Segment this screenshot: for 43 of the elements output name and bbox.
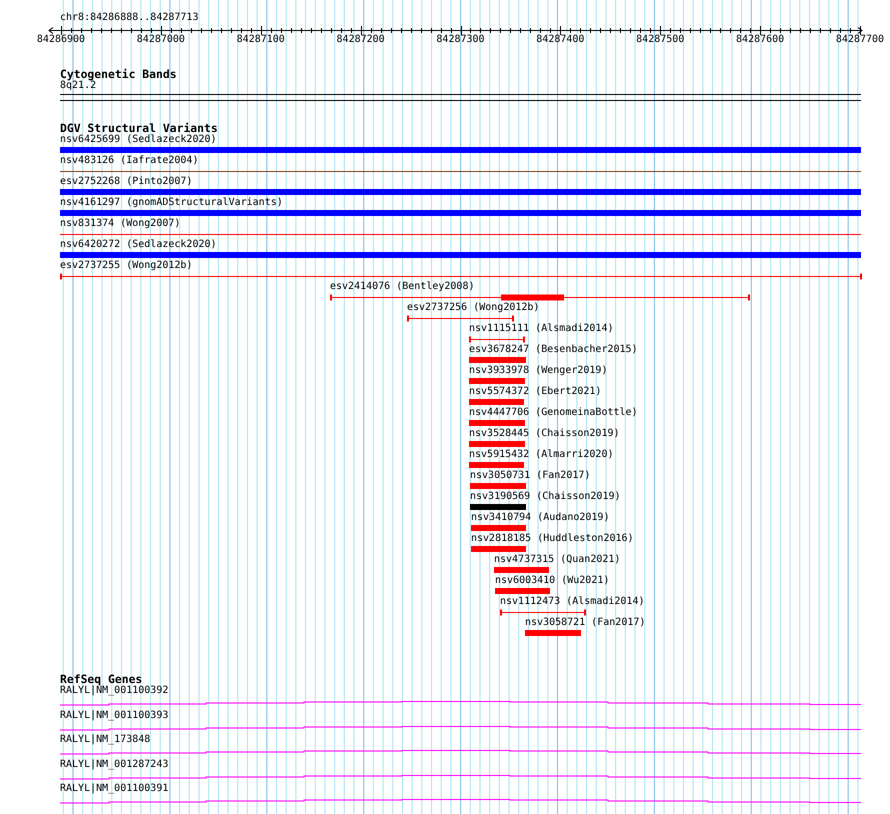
feature-label: nsv5915432 (Almarri2020): [469, 449, 614, 461]
track-title: DGV Structural Variants: [59, 122, 219, 134]
feature-label: esv2737256 (Wong2012b): [407, 302, 540, 314]
feature-label: nsv3050731 (Fan2017): [470, 470, 590, 482]
feature-label: esv2737255 (Wong2012b): [60, 260, 192, 272]
feature-label: nsv1115111 (Alsmadi2014): [469, 323, 614, 335]
feature-label: nsv483126 (Iafrate2004): [60, 155, 198, 167]
feature-label: nsv3528445 (Chaisson2019): [469, 428, 620, 440]
feature-label: nsv6420272 (Sedlazeck2020): [60, 239, 217, 251]
track-title: Cytogenetic Bands: [59, 68, 178, 80]
band-label: 8q21.2: [59, 80, 96, 92]
ruler-tick-label: 84287000: [136, 34, 185, 46]
ruler-tick-label: 84287700: [836, 34, 884, 46]
feature-label: nsv6425699 (Sedlazeck2020): [60, 134, 217, 146]
feature-label: esv2752268 (Pinto2007): [60, 176, 192, 188]
feature-label: nsv1112473 (Alsmadi2014): [500, 596, 644, 608]
transcript-label: RALYL|NM_001100392: [59, 685, 170, 697]
feature-label: nsv5574372 (Ebert2021): [469, 386, 602, 398]
feature-label: nsv3410794 (Audano2019): [471, 512, 610, 524]
transcript-label: RALYL|NM_001100393: [59, 710, 170, 722]
feature-label: nsv6003410 (Wu2021): [495, 575, 610, 587]
ruler-tick-label: 84287300: [436, 34, 485, 46]
feature-label: nsv4737315 (Quan2021): [494, 554, 620, 566]
feature-label: esv3678247 (Besenbacher2015): [469, 344, 638, 356]
track-title: RefSeq Genes: [59, 673, 142, 685]
feature-label: nsv3190569 (Chaisson2019): [470, 491, 621, 503]
transcript-label: RALYL|NM_173848: [59, 734, 152, 746]
feature-label: nsv4161297 (gnomADStructuralVariants): [60, 197, 283, 209]
region-label: chr8:84286888..84287713: [59, 12, 200, 24]
transcript-label: RALYL|NM_001287243: [59, 758, 170, 771]
ruler-tick-label: 84287500: [636, 34, 684, 46]
ruler-tick-label: 84286900: [36, 34, 86, 46]
feature-label: nsv2818185 (Huddleston2016): [471, 533, 634, 545]
ruler-tick-label: 84287100: [236, 34, 285, 46]
feature-label: nsv4447706 (GenomeinaBottle): [469, 407, 638, 419]
transcript-label: RALYL|NM_001100391: [59, 783, 170, 796]
feature-label: nsv831374 (Wong2007): [60, 218, 180, 230]
feature-label: esv2414076 (Bentley2008): [330, 281, 474, 293]
feature-label: nsv3933978 (Wenger2019): [469, 365, 608, 377]
ruler-tick-label: 84287600: [736, 34, 784, 46]
ruler-tick-label: 84287400: [536, 34, 584, 46]
feature-label: nsv3058721 (Fan2017): [525, 617, 646, 629]
ruler-tick-label: 84287200: [336, 34, 385, 46]
